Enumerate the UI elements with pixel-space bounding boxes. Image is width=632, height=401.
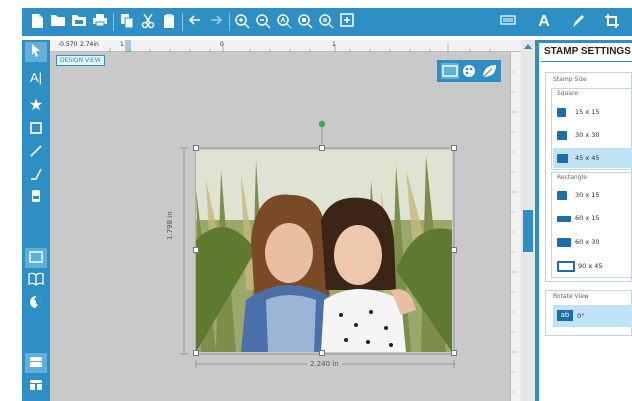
size-label: 60 x 15 <box>575 214 600 222</box>
pen-tool-icon[interactable] <box>569 13 587 31</box>
star-shape-icon[interactable]: ★ <box>25 96 47 116</box>
layout-view-icon[interactable] <box>25 248 47 268</box>
resize-handle-nw[interactable] <box>193 145 199 151</box>
resize-handle-sw[interactable] <box>193 350 199 356</box>
square-label: Square <box>557 90 579 97</box>
rotate-value: 0° <box>577 312 585 320</box>
copy-icon[interactable] <box>118 13 136 31</box>
square-stamp-icon <box>557 154 568 163</box>
zoom-actual-icon[interactable] <box>317 13 335 31</box>
rectangle-stamp-icon <box>557 238 571 247</box>
ruler-mark: 1 <box>120 41 124 48</box>
keyboard-icon[interactable] <box>499 13 517 31</box>
redo-icon[interactable] <box>207 13 225 31</box>
ruler-mark: 1 <box>332 41 336 48</box>
split-layout-icon[interactable] <box>25 376 47 396</box>
vertical-ruler <box>510 52 521 401</box>
size-label: 90 x 45 <box>578 262 603 270</box>
resize-handle-n[interactable] <box>319 145 325 151</box>
size-option-15x15[interactable]: 15 x 15 <box>553 102 632 122</box>
size-label: 15 x 15 <box>575 108 600 116</box>
toolbar-divider <box>113 13 114 31</box>
main-toolbar <box>22 8 527 36</box>
size-option-30x15[interactable]: 30 x 15 <box>553 185 632 205</box>
resize-handle-s[interactable] <box>319 350 325 356</box>
horizontal-ruler: -0.570 2.74in 1 0 1 <box>50 40 523 52</box>
size-option-30x30[interactable]: 30 x 30 <box>553 125 632 145</box>
add-page-icon[interactable] <box>338 13 356 31</box>
crop-icon[interactable] <box>603 13 621 31</box>
undo-icon[interactable] <box>186 13 204 31</box>
size-label: 45 x 45 <box>575 154 600 162</box>
print-icon[interactable] <box>91 13 109 31</box>
line-tool-icon[interactable] <box>25 143 47 163</box>
open-recent-icon[interactable] <box>70 13 88 31</box>
design-view-label: DESIGN VIEW <box>56 55 105 66</box>
format-toolbar: A <box>527 8 632 36</box>
size-label: 30 x 30 <box>575 131 600 139</box>
rotate-handle <box>318 120 326 128</box>
scrollbar-thumb[interactable] <box>523 210 533 252</box>
size-option-60x15[interactable]: 60 x 15 <box>553 208 632 228</box>
open-folder-icon[interactable] <box>49 13 67 31</box>
panel-title: STAMP SETTINGS <box>544 46 631 57</box>
text-tool-icon[interactable]: A| <box>25 68 47 88</box>
ruler-offset: -0.570 <box>58 41 78 48</box>
size-option-45x45[interactable]: 45 x 45 <box>553 148 632 168</box>
zoom-out-icon[interactable] <box>254 13 272 31</box>
rectangle-stamp-icon <box>557 191 567 200</box>
height-dimension: 1.798 in <box>166 211 174 240</box>
rotate-button: ab <box>557 310 573 321</box>
view-mode-switcher <box>437 60 501 82</box>
size-label: 60 x 30 <box>575 238 600 246</box>
resize-handle-se[interactable] <box>451 350 457 356</box>
rotate-option[interactable]: ab 0° <box>553 305 632 327</box>
new-file-icon[interactable] <box>28 13 46 31</box>
rotate-view-label: Rotate View <box>553 293 589 300</box>
panel-divider <box>541 61 632 62</box>
square-stamp-icon <box>557 131 567 140</box>
rectangle-shape-icon[interactable] <box>25 120 47 140</box>
rectangle-view-icon[interactable] <box>441 63 459 79</box>
width-dimension: 2.240 in <box>307 360 342 368</box>
size-option-60x30[interactable]: 60 x 30 <box>553 232 632 252</box>
ruler-size: 2.74in <box>80 41 99 48</box>
text-tool-icon[interactable]: A <box>535 13 553 31</box>
barcode-tool-icon[interactable] <box>25 188 47 208</box>
toolbar-divider <box>229 13 230 31</box>
stamp-size-label: Stamp Size <box>553 76 587 83</box>
size-option-90x45[interactable]: 90 x 45 <box>553 256 632 276</box>
toolbar-divider <box>182 13 183 31</box>
rectangle-stamp-icon <box>557 216 571 222</box>
panel-layout-icon[interactable] <box>25 353 47 373</box>
book-icon[interactable] <box>25 271 47 291</box>
paste-icon[interactable] <box>160 13 178 31</box>
color-palette-icon[interactable] <box>460 63 478 79</box>
ruler-mark: 0 <box>220 41 224 48</box>
resize-handle-w[interactable] <box>193 247 199 253</box>
select-tool-icon[interactable] <box>25 42 47 62</box>
resize-handle-e[interactable] <box>451 247 457 253</box>
zoom-in-icon[interactable] <box>233 13 251 31</box>
zoom-page-icon[interactable] <box>296 13 314 31</box>
resize-handle-ne[interactable] <box>451 145 457 151</box>
rectangle-stamp-icon <box>557 261 575 272</box>
leaf-icon[interactable] <box>480 63 498 79</box>
photo-image[interactable] <box>196 150 452 352</box>
square-stamp-icon <box>557 108 566 117</box>
rectangle-label: Rectangle <box>557 174 587 181</box>
tool-rail: A| ★ <box>22 40 50 401</box>
clipart-icon[interactable] <box>25 294 47 314</box>
zoom-fit-icon[interactable] <box>275 13 293 31</box>
size-label: 30 x 15 <box>575 191 600 199</box>
cut-icon[interactable] <box>139 13 157 31</box>
curve-tool-icon[interactable] <box>25 166 47 186</box>
